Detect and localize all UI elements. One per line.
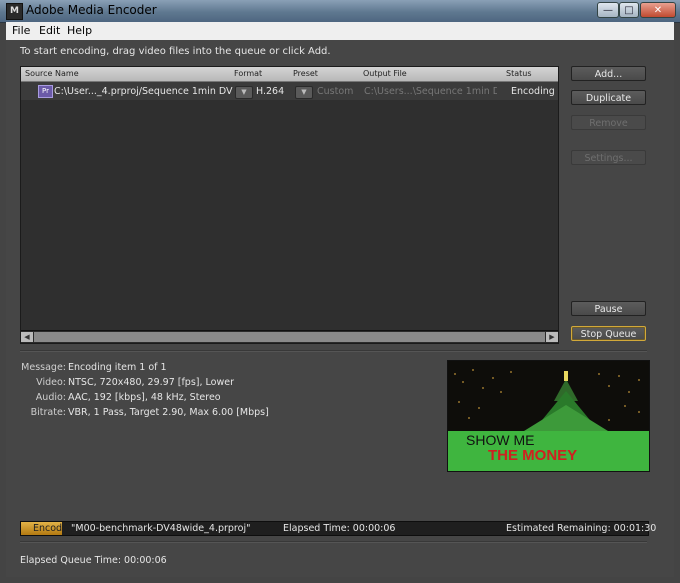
- scrollbar-thumb[interactable]: [34, 332, 545, 342]
- queue-row[interactable]: Pr C:\User..._4.prproj/Sequence 1min DV …: [21, 82, 558, 100]
- video-value: NTSC, 720x480, 29.97 [fps], Lower: [68, 377, 234, 388]
- app-window: M Adobe Media Encoder — □ ✕ File Edit He…: [0, 0, 680, 583]
- premiere-project-icon: Pr: [38, 85, 53, 98]
- audio-label: Audio:: [35, 392, 66, 403]
- scroll-left-icon[interactable]: ◀: [21, 332, 33, 342]
- encoding-progress-bar: Encoding "M00-benchmark-DV48wide_4.prpro…: [20, 521, 656, 536]
- pause-button[interactable]: Pause: [571, 301, 646, 316]
- instructions-text: To start encoding, drag video files into…: [20, 46, 331, 57]
- minimize-button[interactable]: —: [597, 2, 619, 18]
- row-source-name: C:\User..._4.prproj/Sequence 1min DV: [54, 86, 233, 97]
- progress-file: "M00-benchmark-DV48wide_4.prproj": [71, 523, 251, 534]
- adobe-icon: M: [6, 3, 23, 20]
- preview-image: SHOW ME THE MONEY: [448, 361, 649, 471]
- elapsed-queue-time: Elapsed Queue Time: 00:00:06: [20, 555, 167, 566]
- column-preset[interactable]: Preset: [293, 69, 318, 78]
- divider: [20, 350, 647, 352]
- bitrate-label: Bitrate:: [30, 407, 66, 418]
- close-button[interactable]: ✕: [640, 2, 676, 18]
- settings-button[interactable]: Settings...: [571, 150, 646, 165]
- preset-dropdown-icon[interactable]: ▼: [295, 86, 313, 99]
- main-panel: To start encoding, drag video files into…: [6, 40, 674, 577]
- remove-button[interactable]: Remove: [571, 115, 646, 130]
- queue-header: Source Name Format Preset Output File St…: [21, 67, 558, 82]
- menu-bar: File Edit Help: [6, 22, 674, 40]
- menu-file[interactable]: File: [12, 24, 30, 37]
- window-title: Adobe Media Encoder: [26, 3, 157, 17]
- row-preset[interactable]: Custom: [317, 86, 353, 97]
- stop-queue-button[interactable]: Stop Queue: [571, 326, 646, 341]
- row-output-file[interactable]: C:\Users...\Sequence 1min DV.mp4: [364, 86, 497, 97]
- row-status: Encoding: [511, 86, 555, 97]
- column-output-file[interactable]: Output File: [363, 69, 407, 78]
- message-label: Message:: [21, 362, 66, 373]
- elapsed-time: Elapsed Time: 00:00:06: [283, 523, 396, 534]
- audio-value: AAC, 192 [kbps], 48 kHz, Stereo: [68, 392, 221, 403]
- video-label: Video:: [36, 377, 66, 388]
- encoding-info: Message: Encoding item 1 of 1 Video: NTS…: [6, 362, 426, 422]
- estimated-remaining: Estimated Remaining: 00:01:30: [506, 523, 657, 534]
- menu-help[interactable]: Help: [67, 24, 92, 37]
- menu-edit[interactable]: Edit: [39, 24, 60, 37]
- column-format[interactable]: Format: [234, 69, 262, 78]
- preview-line1: SHOW ME: [466, 432, 534, 448]
- duplicate-button[interactable]: Duplicate: [571, 90, 646, 105]
- bitrate-value: VBR, 1 Pass, Target 2.90, Max 6.00 [Mbps…: [68, 407, 269, 418]
- column-status[interactable]: Status: [506, 69, 532, 78]
- column-source-name[interactable]: Source Name: [25, 69, 79, 78]
- title-bar[interactable]: M Adobe Media Encoder — □ ✕: [0, 0, 680, 23]
- maximize-button[interactable]: □: [619, 2, 639, 18]
- divider: [20, 541, 647, 543]
- scroll-right-icon[interactable]: ▶: [546, 332, 558, 342]
- add-button[interactable]: Add...: [571, 66, 646, 81]
- video-preview: SHOW ME THE MONEY: [447, 360, 650, 472]
- format-dropdown-icon[interactable]: ▼: [235, 86, 253, 99]
- row-format[interactable]: H.264: [256, 86, 284, 97]
- message-value: Encoding item 1 of 1: [68, 362, 167, 373]
- preview-line2: THE MONEY: [488, 447, 577, 464]
- horizontal-scrollbar[interactable]: ◀ ▶: [21, 330, 558, 343]
- encoding-queue[interactable]: Source Name Format Preset Output File St…: [20, 66, 559, 344]
